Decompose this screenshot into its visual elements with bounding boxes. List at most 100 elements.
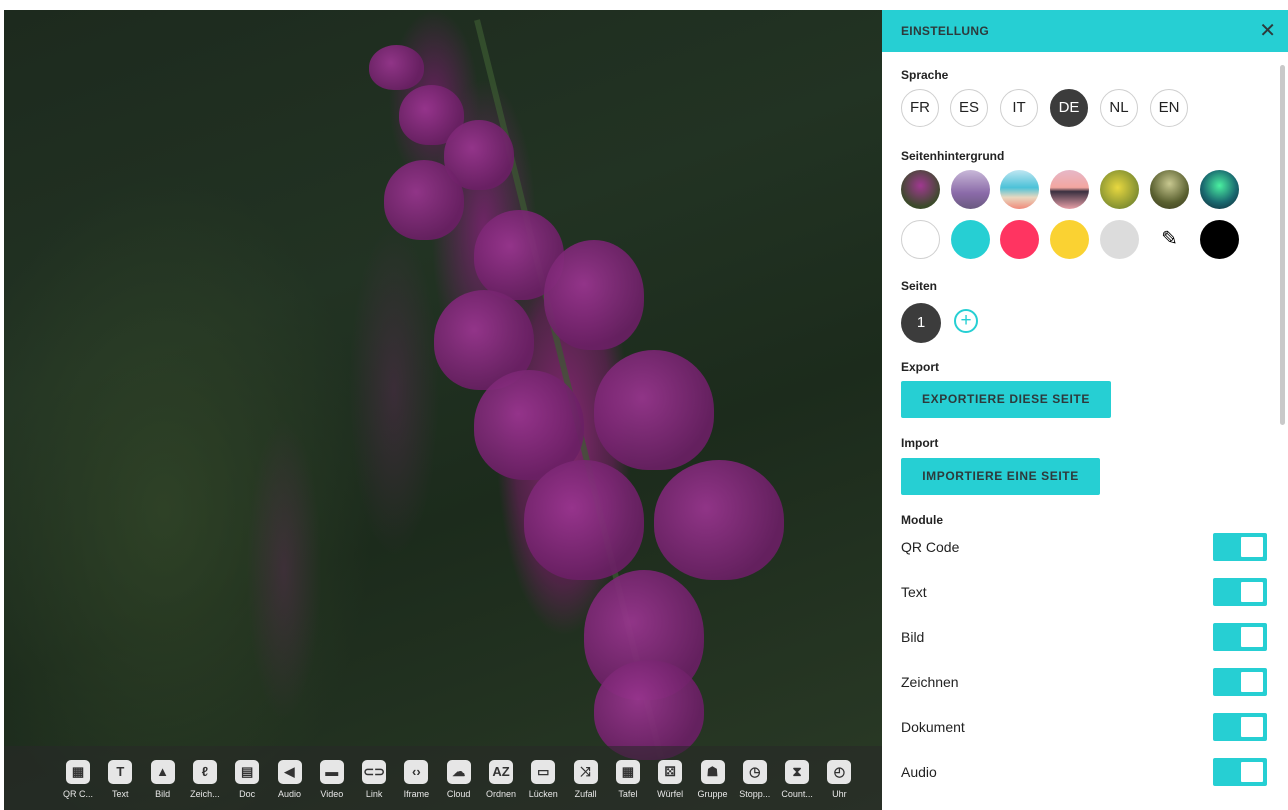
toggle-knob — [1241, 627, 1263, 647]
toolbar-label: Audio — [277, 789, 302, 799]
module-toggle[interactable] — [1213, 533, 1267, 561]
toolbar-label: Tafel — [618, 789, 638, 799]
section-label-import: Import — [901, 436, 939, 450]
toolbar-button[interactable]: ℓ Zeich... — [185, 760, 225, 799]
module-label: Zeichnen — [901, 674, 959, 690]
import-page-button[interactable]: IMPORTIERE EINE SEITE — [901, 458, 1100, 495]
section-label-pages: Seiten — [901, 279, 938, 293]
toolbar-button[interactable]: ⚄ Würfel — [650, 760, 690, 799]
toggle-knob — [1241, 537, 1263, 557]
toolbar-label: Zufall — [574, 789, 597, 799]
toolbar-label: Ordnen — [485, 789, 517, 799]
toolbar-label: Gruppe — [697, 789, 728, 799]
toolbar-button[interactable]: ▦ QR C... — [58, 760, 98, 799]
toolbar-button[interactable]: ▦ Tafel — [608, 760, 648, 799]
background-color-swatch[interactable] — [1100, 220, 1139, 259]
module-row: QR Code — [901, 533, 1267, 563]
toolbar-button[interactable]: ▭ Lücken — [523, 760, 563, 799]
sort-icon: AZ — [489, 760, 513, 784]
toggle-knob — [1241, 717, 1263, 737]
module-row: Text — [901, 578, 1267, 608]
module-label: QR Code — [901, 539, 960, 555]
background-color-swatch[interactable] — [1050, 220, 1089, 259]
toolbar-button[interactable]: AZ Ordnen — [481, 760, 521, 799]
toolbar-button[interactable]: ‹› Iframe — [396, 760, 436, 799]
module-row: Bild — [901, 623, 1267, 653]
background-swatch-mimosa[interactable] — [1100, 170, 1139, 209]
background-swatch-lake-sunset[interactable] — [1050, 170, 1089, 209]
module-toggle[interactable] — [1213, 578, 1267, 606]
toolbar-label: Iframe — [403, 789, 430, 799]
stopwatch-icon: ◷ — [742, 760, 767, 784]
toolbar-button[interactable]: ⊂⊃ Link — [354, 760, 394, 799]
toolbar-button[interactable]: ☗ Gruppe — [693, 760, 733, 799]
toolbar-label: Lücken — [528, 789, 558, 799]
toolbar-button[interactable]: ⤨ Zufall — [566, 760, 606, 799]
background-color-swatch[interactable] — [1000, 220, 1039, 259]
group-icon: ☗ — [700, 760, 725, 784]
toolbar-label: Count... — [781, 789, 813, 799]
background-color-swatch[interactable] — [1200, 220, 1239, 259]
background-swatch-foxglove[interactable] — [901, 170, 940, 209]
language-button-it[interactable]: IT — [1000, 89, 1038, 127]
background-color-swatch[interactable] — [951, 220, 990, 259]
language-button-fr[interactable]: FR — [901, 89, 939, 127]
toolbar-label: Cloud — [446, 789, 471, 799]
module-row: Audio — [901, 758, 1267, 788]
page-1-button[interactable]: 1 — [901, 303, 941, 343]
language-button-en[interactable]: EN — [1150, 89, 1188, 127]
scrollbar[interactable] — [1280, 65, 1285, 425]
flower-bell — [594, 350, 714, 470]
draw-icon: ℓ — [192, 760, 217, 784]
image-icon: ▲ — [150, 760, 175, 784]
module-toggle[interactable] — [1213, 713, 1267, 741]
toolbar-button[interactable]: ▬ Video — [312, 760, 352, 799]
clock-icon: ◴ — [827, 760, 852, 784]
background-swatch-tree[interactable] — [1150, 170, 1189, 209]
panel-title: EINSTELLUNG — [901, 24, 989, 38]
background-swatch-beach[interactable] — [1000, 170, 1039, 209]
eyedropper-icon[interactable]: ✎ — [1150, 220, 1189, 259]
close-icon[interactable]: ✕ — [1259, 18, 1276, 43]
module-toggle[interactable] — [1213, 668, 1267, 696]
section-label-modules: Module — [901, 513, 943, 527]
toolbar-button[interactable]: ⧗ Count... — [777, 760, 817, 799]
toolbar-button[interactable]: ▤ Doc — [227, 760, 267, 799]
module-toggle[interactable] — [1213, 758, 1267, 786]
gap-icon: ▭ — [531, 760, 556, 784]
toolbar-label: Würfel — [657, 789, 684, 799]
shuffle-icon: ⤨ — [573, 760, 598, 784]
flower-bell — [384, 160, 464, 240]
toggle-knob — [1241, 762, 1263, 782]
toolbar-button[interactable]: ▲ Bild — [143, 760, 183, 799]
page-background — [4, 10, 882, 810]
module-toggle[interactable] — [1213, 623, 1267, 651]
toolbar-button[interactable]: ☁ Cloud — [439, 760, 479, 799]
language-button-es[interactable]: ES — [950, 89, 988, 127]
panel-header: EINSTELLUNG ✕ — [882, 10, 1288, 52]
qr-icon: ▦ — [66, 760, 90, 784]
toolbar-button[interactable]: ◴ Uhr — [819, 760, 859, 799]
toolbar-button[interactable]: T Text — [100, 760, 140, 799]
flower-bell — [594, 660, 704, 760]
background-swatch-lavender[interactable] — [951, 170, 990, 209]
toolbar-label: Bild — [155, 789, 171, 799]
export-page-button[interactable]: EXPORTIERE DIESE SEITE — [901, 381, 1111, 418]
settings-panel: EINSTELLUNG ✕ Sprache FR ES IT DE NL EN Seite… — [882, 10, 1288, 810]
toolbar-label: Stopp... — [739, 789, 771, 799]
module-label: Audio — [901, 764, 937, 780]
language-button-de[interactable]: DE — [1050, 89, 1088, 127]
toolbar-label: Link — [365, 789, 383, 799]
audio-icon: ◀ — [277, 760, 302, 784]
toolbar-button[interactable]: ◀ Audio — [270, 760, 310, 799]
toolbar-button[interactable]: ◷ Stopp... — [735, 760, 775, 799]
module-toolbar: ▦ QR C... T Text ▲ Bild ℓ Zeich... ▤ Doc ◀ Audio ▬ Vi… — [4, 746, 882, 810]
module-label: Text — [901, 584, 927, 600]
background-swatch-aurora[interactable] — [1200, 170, 1239, 209]
background-color-swatch[interactable] — [901, 220, 940, 259]
section-label-language: Sprache — [901, 68, 949, 82]
language-button-nl[interactable]: NL — [1100, 89, 1138, 127]
module-row: Zeichnen — [901, 668, 1267, 698]
plus-circle-icon[interactable]: + — [954, 309, 978, 333]
link-icon: ⊂⊃ — [362, 760, 387, 784]
